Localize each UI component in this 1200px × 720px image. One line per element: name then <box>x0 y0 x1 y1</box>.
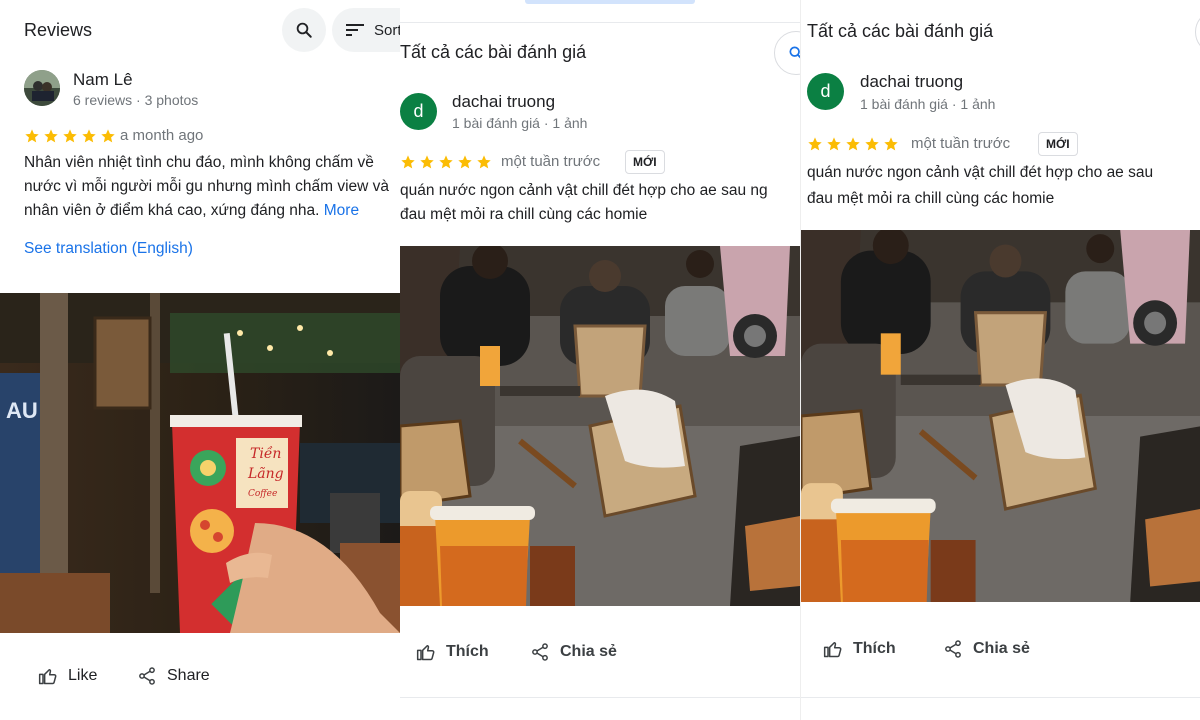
star-icon <box>439 155 453 169</box>
review-time: một tuần trước <box>911 135 1011 152</box>
star-icon <box>44 129 58 143</box>
star-icon <box>458 155 472 169</box>
search-button[interactable] <box>774 31 800 75</box>
review-photo[interactable] <box>801 230 1200 602</box>
page-title: Tất cả các bài đánh giá <box>400 42 587 62</box>
reviewer-meta: 1 bài đánh giá · 1 ảnh <box>452 115 588 131</box>
review-photo[interactable] <box>400 246 800 606</box>
star-icon <box>884 137 898 151</box>
page-title: Tất cả các bài đánh giá <box>807 21 994 41</box>
avatar[interactable] <box>24 70 60 106</box>
star-icon <box>25 129 39 143</box>
review-text-line: nước vì mỗi người mỗi gu nhưng mình chấm… <box>24 178 390 195</box>
star-icon <box>101 129 115 143</box>
review-photo[interactable]: AU Tiền Lãng Coffee <box>0 293 400 633</box>
scroll-indicator <box>525 0 695 4</box>
thumbs-up-icon <box>416 645 435 661</box>
divider <box>400 697 800 698</box>
review-text-line: nhân viên ở điểm khá cao, xứng đáng nha.… <box>24 202 360 219</box>
share-label: Chia sẻ <box>560 643 617 660</box>
see-translation-link[interactable]: See translation (English) <box>24 240 193 258</box>
search-button[interactable] <box>282 8 326 52</box>
reviewer-name[interactable]: dachai truong <box>860 72 963 92</box>
star-icon <box>827 137 841 151</box>
avatar[interactable]: d <box>807 73 844 110</box>
thumbs-up-icon <box>38 669 57 685</box>
star-icon <box>63 129 77 143</box>
review-text-line: đau mệt mỏi ra chill cùng các homie <box>400 206 648 223</box>
reviewer-name[interactable]: dachai truong <box>452 92 555 112</box>
share-icon <box>139 667 155 685</box>
search-icon <box>296 22 312 38</box>
thumbs-up-icon <box>823 642 842 658</box>
svg-text:AU: AU <box>6 398 38 423</box>
divider <box>801 697 1200 698</box>
share-label: Chia sẻ <box>973 640 1030 657</box>
share-button[interactable]: Share <box>137 666 210 686</box>
new-badge: MỚI <box>625 150 665 174</box>
cup-brand-text: Coffee <box>248 489 277 499</box>
star-rating <box>400 154 492 170</box>
page-title: Reviews <box>24 20 93 40</box>
star-icon <box>808 137 822 151</box>
cup-brand-text: Lãng <box>247 466 284 482</box>
like-label: Thích <box>446 643 489 660</box>
like-label: Like <box>68 667 98 684</box>
like-button[interactable]: Thích <box>416 642 489 662</box>
star-icon <box>865 137 879 151</box>
share-button[interactable]: Chia sẻ <box>943 639 1030 659</box>
new-badge: MỚI <box>1038 132 1078 156</box>
review-time: a month ago <box>120 127 204 144</box>
review-time: một tuần trước <box>501 153 601 170</box>
sort-label: Sort <box>374 21 400 39</box>
star-icon <box>420 155 434 169</box>
sort-button[interactable]: Sort <box>332 8 400 52</box>
like-button[interactable]: Thích <box>823 639 896 659</box>
search-button[interactable] <box>1195 10 1200 54</box>
star-icon <box>846 137 860 151</box>
avatar[interactable]: d <box>400 93 437 130</box>
divider <box>400 22 800 23</box>
star-rating <box>807 136 899 152</box>
review-panel-vietnamese: Tất cả các bài đánh giá d dachai truong … <box>400 0 800 720</box>
share-button[interactable]: Chia sẻ <box>530 642 617 662</box>
more-link[interactable]: More <box>324 202 359 219</box>
search-icon <box>789 46 800 59</box>
review-panel-english: Reviews Sort Nam Lê 6 reviews · 3 photos… <box>0 0 400 720</box>
review-text-line: Nhân viên nhiệt tình chu đáo, mình không… <box>24 154 374 171</box>
share-icon <box>532 643 548 661</box>
review-text-line: đau mệt mỏi ra chill cùng các homie <box>807 190 1055 207</box>
star-icon <box>82 129 96 143</box>
review-panel-vietnamese-duplicate: Tất cả các bài đánh giá d dachai truong … <box>801 0 1200 720</box>
sort-icon <box>346 24 364 36</box>
reviewer-name[interactable]: Nam Lê <box>73 70 133 90</box>
review-text-line: quán nước ngon cảnh vật chill đét hợp ch… <box>807 164 1154 181</box>
share-icon <box>945 640 961 658</box>
reviewer-meta: 1 bài đánh giá · 1 ảnh <box>860 96 996 112</box>
cup-brand-text: Tiền <box>250 445 281 462</box>
reviewer-meta: 6 reviews · 3 photos <box>73 92 199 108</box>
review-text-line: quán nước ngon cảnh vật chill đét hợp ch… <box>400 182 768 199</box>
star-icon <box>477 155 491 169</box>
like-label: Thích <box>853 640 896 657</box>
star-rating <box>24 128 116 144</box>
star-icon <box>401 155 415 169</box>
share-label: Share <box>167 667 210 684</box>
like-button[interactable]: Like <box>38 666 97 686</box>
